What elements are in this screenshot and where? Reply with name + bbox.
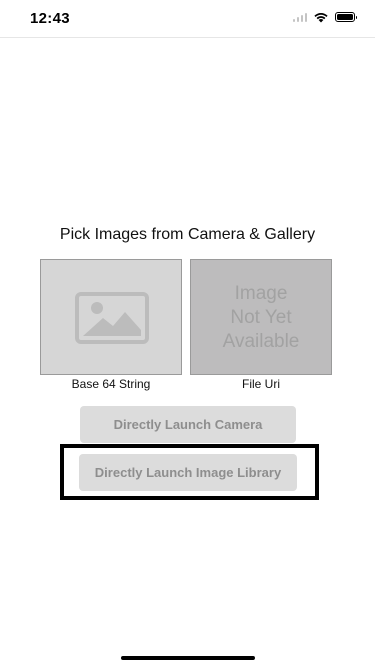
- image-placeholder-icon: [75, 292, 149, 344]
- status-time: 12:43: [30, 10, 70, 27]
- file-uri-image-preview: Image Not Yet Available: [190, 259, 332, 375]
- not-available-text: Image Not Yet Available: [222, 283, 300, 352]
- home-indicator[interactable]: [121, 656, 255, 660]
- highlight-frame: [60, 444, 319, 500]
- page-title: Pick Images from Camera & Gallery: [59, 226, 316, 243]
- battery-icon: [335, 12, 357, 22]
- status-bar: 12:43: [0, 0, 375, 38]
- wifi-icon: [314, 13, 328, 23]
- base64-caption: Base 64 String: [71, 377, 151, 391]
- base64-image-preview: [40, 259, 182, 375]
- status-icons: [292, 11, 357, 23]
- launch-camera-button[interactable]: Directly Launch Camera: [80, 406, 296, 443]
- signal-icon: [292, 12, 307, 22]
- file-uri-caption: File Uri: [242, 377, 280, 391]
